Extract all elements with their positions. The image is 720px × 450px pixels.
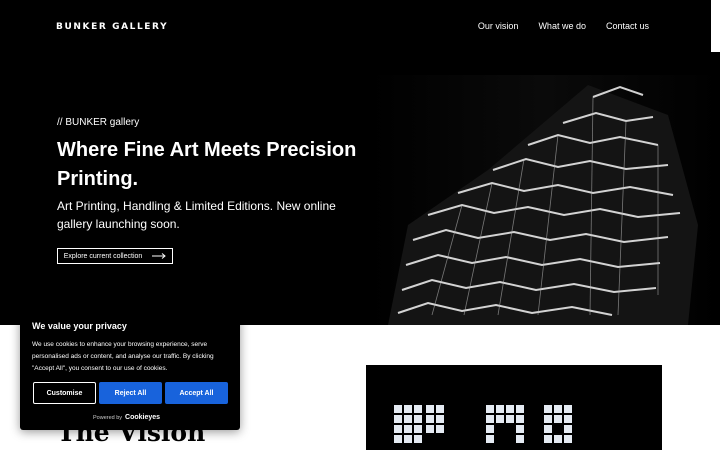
customise-button[interactable]: Customise	[33, 382, 96, 404]
powered-by-label: Powered by	[93, 414, 123, 421]
powered-by-cookieyes[interactable]: Powered by Cookieyes	[93, 414, 160, 421]
explore-collection-button[interactable]: Explore current collection	[57, 248, 173, 264]
nav-link-what-we-do[interactable]: What we do	[538, 21, 586, 31]
nav-link-our-vision[interactable]: Our vision	[478, 21, 519, 31]
explore-collection-label: Explore current collection	[63, 252, 143, 260]
cookie-banner-title: We value your privacy	[32, 321, 127, 331]
site-logo[interactable]: BUNKER GALLERY	[56, 22, 168, 32]
windows-photo	[366, 365, 662, 450]
cookieyes-logo: Cookieyes	[125, 414, 161, 421]
hero-building-image	[368, 75, 720, 325]
hero-headline: Where Fine Art Meets Precision Printing.	[57, 139, 357, 190]
main-nav: Our vision What we do Contact us	[478, 21, 649, 31]
reject-all-button[interactable]: Reject All	[99, 382, 162, 404]
hero-section: BUNKER GALLERY Our vision What we do Con…	[0, 0, 720, 325]
cookie-banner-text: We use cookies to enhance your browsing …	[32, 341, 214, 372]
hero-subheading: Art Printing, Handling & Limited Edition…	[57, 199, 336, 231]
cookie-consent-banner: We value your privacy We use cookies to …	[20, 307, 240, 430]
accept-all-button[interactable]: Accept All	[165, 382, 228, 404]
page-scrollbar[interactable]	[711, 0, 720, 52]
hero-kicker: // BUNKER gallery	[57, 117, 140, 128]
arrow-right-icon	[152, 253, 167, 259]
nav-link-contact-us[interactable]: Contact us	[606, 21, 649, 31]
